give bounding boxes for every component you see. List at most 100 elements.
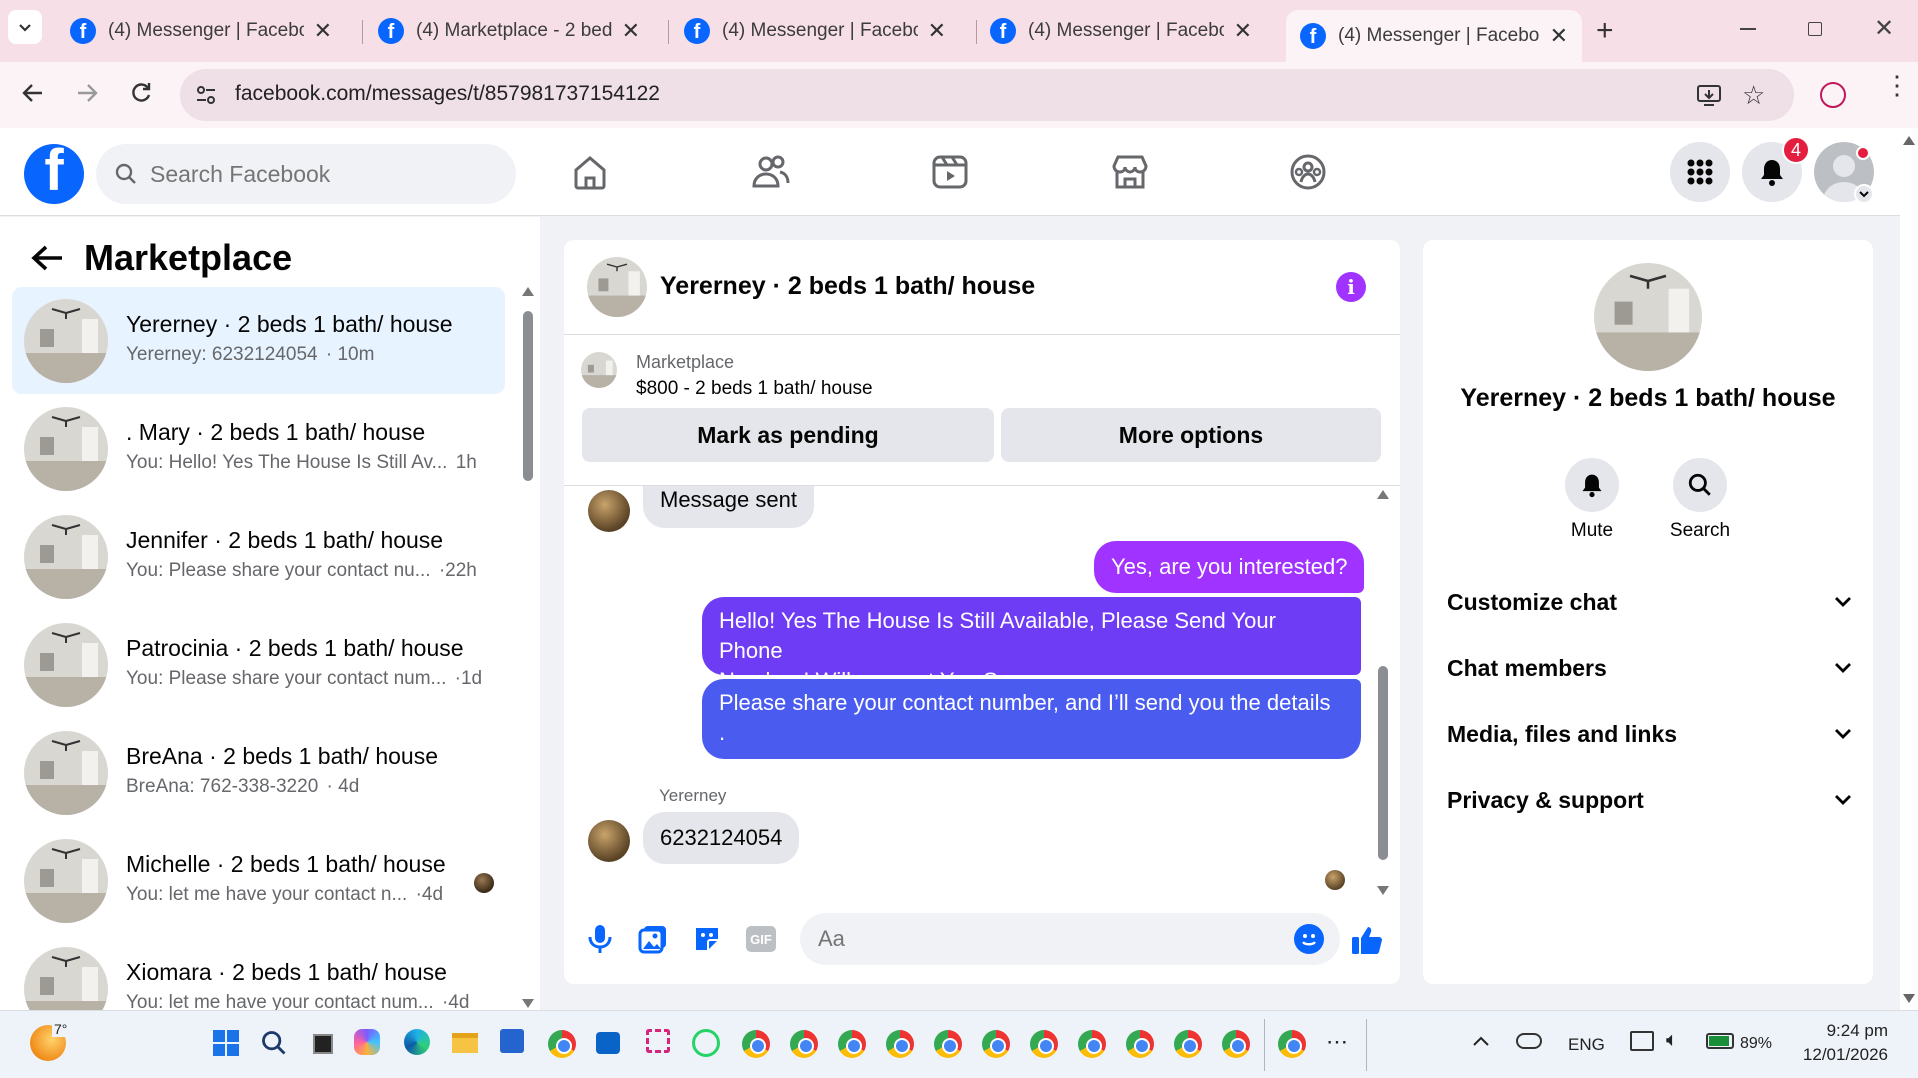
conversation-item[interactable]: Patrocinia · 2 beds 1 bath/ house You: Pl… <box>12 611 505 718</box>
groups-nav-icon[interactable] <box>1286 150 1330 194</box>
conversation-item[interactable]: Xiomara · 2 beds 1 bath/ house You: let m… <box>12 935 505 1010</box>
file-explorer-icon[interactable] <box>452 1029 484 1061</box>
message-bubble-received[interactable]: Message sent <box>643 486 814 528</box>
browser-menu-icon[interactable]: ⋮ <box>1884 72 1910 98</box>
install-app-icon[interactable] <box>1696 82 1722 108</box>
restore-icon[interactable] <box>1808 22 1822 36</box>
site-info-icon[interactable] <box>194 83 218 107</box>
message-composer[interactable] <box>800 913 1340 965</box>
sender-avatar[interactable] <box>588 820 630 862</box>
listing-thumbnail[interactable] <box>581 352 617 388</box>
chrome-profile-icon[interactable] <box>1030 1030 1058 1058</box>
menu-grid-button[interactable] <box>1670 142 1730 202</box>
conversation-item[interactable]: Yererney · 2 beds 1 bath/ house Yererney:… <box>12 287 505 394</box>
new-tab-button[interactable]: + <box>1596 14 1614 48</box>
listing-detail[interactable]: $800 - 2 beds 1 bath/ house <box>636 378 873 400</box>
sender-avatar[interactable] <box>588 490 630 532</box>
close-tab-icon[interactable]: ✕ <box>314 18 332 44</box>
close-tab-icon[interactable]: ✕ <box>622 18 640 44</box>
sidebar-scrollbar[interactable] <box>520 287 536 1008</box>
message-bubble-sent[interactable]: Please share your contact number, and I’… <box>702 679 1361 759</box>
battery-icon[interactable] <box>1706 1033 1734 1049</box>
chat-scrollbar[interactable] <box>1376 490 1390 895</box>
search-in-chat-button[interactable] <box>1673 458 1727 512</box>
close-tab-icon[interactable]: ✕ <box>928 18 946 44</box>
browser-tab[interactable]: f (4) Messenger | Facebook ✕ <box>976 10 1266 52</box>
whatsapp-icon[interactable] <box>692 1029 724 1061</box>
url-text[interactable]: facebook.com/messages/t/857981737154122 <box>235 82 660 106</box>
browser-tab-active[interactable]: f (4) Messenger | Facebook ✕ <box>1286 10 1582 62</box>
video-nav-icon[interactable] <box>928 150 972 194</box>
more-apps-icon[interactable]: ⋯ <box>1326 1029 1348 1055</box>
close-window-icon[interactable]: ✕ <box>1874 14 1894 43</box>
chat-avatar[interactable] <box>587 257 647 317</box>
like-thumb-icon[interactable] <box>1350 924 1384 956</box>
close-tab-icon[interactable]: ✕ <box>1234 18 1252 44</box>
chrome-profile-icon[interactable] <box>1078 1030 1106 1058</box>
browser-tab[interactable]: f (4) Marketplace - 2 beds ✕ <box>364 10 654 52</box>
network-icon[interactable] <box>1630 1031 1654 1051</box>
close-tab-icon[interactable]: ✕ <box>1550 23 1568 49</box>
privacy-support-section[interactable]: Privacy & support <box>1447 780 1852 820</box>
microphone-icon[interactable] <box>586 923 614 955</box>
chrome-profile-icon[interactable] <box>934 1030 962 1058</box>
page-scrollbar[interactable] <box>1900 128 1918 1010</box>
chat-members-section[interactable]: Chat members <box>1447 648 1852 688</box>
chrome-profile-icon[interactable] <box>1126 1030 1154 1058</box>
back-arrow-icon[interactable] <box>30 243 64 273</box>
more-options-button[interactable]: More options <box>1001 408 1381 462</box>
chrome-profile-icon[interactable] <box>886 1030 914 1058</box>
customize-chat-section[interactable]: Customize chat <box>1447 582 1852 622</box>
conversation-item[interactable]: . Mary · 2 beds 1 bath/ house You: Hello!… <box>12 395 505 502</box>
edge-icon[interactable] <box>404 1029 436 1061</box>
facebook-search[interactable] <box>96 144 516 204</box>
onedrive-icon[interactable] <box>1516 1033 1542 1049</box>
task-view-icon[interactable] <box>308 1029 340 1061</box>
message-bubble-received[interactable]: 6232124054 <box>643 812 800 864</box>
details-avatar[interactable] <box>1594 263 1702 371</box>
info-icon[interactable]: i <box>1336 272 1366 302</box>
clock-date[interactable]: 12/01/2026 <box>1788 1045 1888 1065</box>
start-icon[interactable] <box>212 1029 244 1061</box>
store-icon[interactable] <box>500 1029 532 1061</box>
mute-button[interactable] <box>1565 458 1619 512</box>
chrome-profile-icon[interactable] <box>1278 1030 1306 1058</box>
home-nav-icon[interactable] <box>568 150 612 194</box>
outlook-icon[interactable] <box>596 1029 628 1061</box>
conversation-item[interactable]: Jennifer · 2 beds 1 bath/ house You: Plea… <box>12 503 505 610</box>
back-icon[interactable] <box>20 80 46 106</box>
marketplace-nav-icon[interactable] <box>1108 150 1152 194</box>
message-bubble-sent[interactable]: Hello! Yes The House Is Still Available,… <box>702 597 1361 693</box>
chrome-profile-icon[interactable] <box>1174 1030 1202 1058</box>
conversation-item[interactable]: Michelle · 2 beds 1 bath/ house You: let … <box>12 827 505 934</box>
snipping-tool-icon[interactable] <box>646 1029 678 1061</box>
media-files-links-section[interactable]: Media, files and links <box>1447 714 1852 754</box>
account-chevron-icon[interactable] <box>1854 184 1874 204</box>
chat-title[interactable]: Yererney · 2 beds 1 bath/ house <box>660 272 1035 301</box>
chrome-profile-icon[interactable] <box>982 1030 1010 1058</box>
conversation-item[interactable]: BreAna · 2 beds 1 bath/ house BreAna: 762… <box>12 719 505 826</box>
sticker-icon[interactable] <box>692 924 722 954</box>
reload-icon[interactable] <box>128 80 154 106</box>
chrome-profile-icon[interactable] <box>838 1030 866 1058</box>
emoji-icon[interactable] <box>1294 924 1324 954</box>
mark-as-pending-button[interactable]: Mark as pending <box>582 408 994 462</box>
language-indicator[interactable]: ENG <box>1568 1035 1605 1055</box>
forward-icon[interactable] <box>74 80 100 106</box>
message-input[interactable] <box>818 913 1278 965</box>
windows-search-icon[interactable] <box>260 1029 292 1061</box>
profile-icon[interactable] <box>1820 82 1846 108</box>
copilot-icon[interactable] <box>354 1029 386 1061</box>
chrome-icon[interactable] <box>548 1030 576 1058</box>
friends-nav-icon[interactable] <box>748 150 792 194</box>
bookmark-star-icon[interactable]: ☆ <box>1742 80 1765 111</box>
facebook-logo-icon[interactable]: f <box>24 144 84 204</box>
browser-tab[interactable]: f (4) Messenger | Facebook ✕ <box>670 10 960 52</box>
search-input[interactable] <box>150 144 500 204</box>
show-hidden-icons[interactable] <box>1472 1035 1490 1047</box>
chrome-profile-icon[interactable] <box>790 1030 818 1058</box>
tab-search-button[interactable] <box>8 10 42 44</box>
chrome-profile-icon[interactable] <box>1222 1030 1250 1058</box>
browser-tab[interactable]: f (4) Messenger | Facebook ✕ <box>56 10 346 52</box>
address-bar[interactable]: facebook.com/messages/t/857981737154122 … <box>180 69 1794 121</box>
